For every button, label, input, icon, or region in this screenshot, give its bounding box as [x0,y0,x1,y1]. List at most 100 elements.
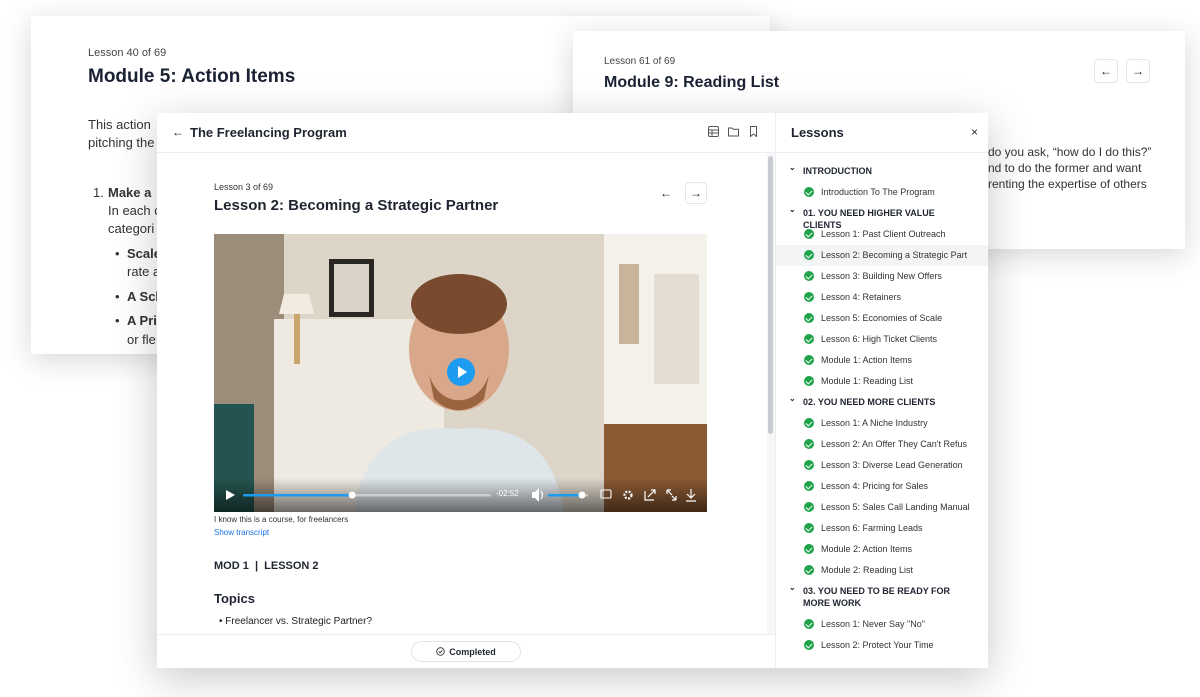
sidebar-lesson-item[interactable]: Introduction To The Program [776,182,988,203]
completed-check-icon [804,355,814,365]
previous-lesson-button[interactable]: ← [655,182,677,204]
chevron-down-icon: ⌄ [789,163,796,172]
body-text: renting the expertise of others [988,177,1147,191]
lesson-footer: Completed [157,634,775,668]
volume-handle[interactable] [578,491,586,499]
next-lesson-button[interactable]: → [1126,59,1150,83]
settings-icon[interactable] [623,490,633,500]
sidebar-lesson-item[interactable]: Lesson 2: Protect Your Time [776,635,988,656]
completed-check-icon [804,544,814,554]
lesson-label: Lesson 3: Building New Offers [821,271,942,281]
content-scrollbar[interactable] [767,154,775,634]
lesson-window: ← The Freelancing Program Lesson 3 of 69… [157,113,988,668]
completed-check-icon [804,250,814,260]
folder-icon[interactable] [728,126,739,137]
sidebar-lesson-item[interactable]: Lesson 4: Pricing for Sales [776,476,988,497]
completed-check-icon [804,502,814,512]
section-header[interactable]: ⌄ INTRODUCTION [776,161,988,182]
back-button[interactable]: ← [172,125,184,139]
completed-check-icon [804,292,814,302]
video-player[interactable]: -02:52 [214,234,707,512]
sidebar-lesson-item[interactable]: Lesson 6: Farming Leads [776,518,988,539]
sidebar-title: Lessons [791,125,844,140]
list-item-text: In each c [108,203,161,218]
arrow-left-icon: ← [660,186,672,200]
completed-check-icon [804,271,814,281]
section-header[interactable]: ⌄ 03. YOU NEED TO BE READY FOR MORE WORK [776,581,988,614]
completed-check-icon [804,640,814,650]
arrow-left-icon: ← [1100,64,1112,78]
sidebar-lesson-item[interactable]: Lesson 2: An Offer They Can't Refus [776,434,988,455]
completed-button[interactable]: Completed [411,641,521,662]
section-header[interactable]: ⌄ 02. YOU NEED MORE CLIENTS [776,392,988,413]
topics-heading: Topics [214,591,255,606]
sidebar-lesson-item[interactable]: Module 1: Reading List [776,371,988,392]
sidebar-lesson-item[interactable]: Lesson 6: High Ticket Clients [776,329,988,350]
table-icon[interactable] [708,126,719,137]
sidebar-lesson-item[interactable]: Lesson 3: Diverse Lead Generation [776,455,988,476]
lesson-label: Module 2: Reading List [821,565,914,575]
chevron-down-icon: ⌄ [789,205,796,214]
intro-line: This action [88,117,151,132]
lesson-meta: Lesson 40 of 69 [88,47,167,59]
sidebar-lesson-item[interactable]: Lesson 1: Never Say "No" [776,614,988,635]
scrollbar-thumb[interactable] [768,156,773,434]
lesson-header: ← The Freelancing Program [157,113,775,153]
completed-check-icon [804,229,814,239]
arrow-left-icon: ← [172,125,184,139]
completed-label: Completed [449,646,496,657]
bullet-text: A Pri [127,313,157,328]
video-caption: I know this is a course, for freelancers [214,515,349,524]
show-transcript-link[interactable]: Show transcript [214,528,269,537]
previous-lesson-button[interactable]: ← [1094,59,1118,83]
lesson-label: Introduction To The Program [821,187,935,197]
sidebar-lesson-item[interactable]: Lesson 1: Past Client Outreach [776,224,988,245]
lesson-label: Lesson 5: Economies of Scale [821,313,943,323]
download-icon[interactable] [686,489,696,502]
sidebar-lesson-item[interactable]: Lesson 3: Building New Offers [776,266,988,287]
lesson-label: Module 1: Action Items [821,355,913,365]
completed-check-icon [804,187,814,197]
close-sidebar-button[interactable]: × [971,125,978,139]
play-icon [458,366,467,378]
captions-icon[interactable] [600,489,612,499]
completed-check-icon [804,481,814,491]
play-icon[interactable] [226,490,235,500]
completed-check-icon [804,418,814,428]
lesson-title: Lesson 2: Becoming a Strategic Partner [214,197,499,214]
section-title: 02. YOU NEED MORE CLIENTS [803,397,936,407]
sidebar-lesson-item[interactable]: Module 2: Reading List [776,560,988,581]
lessons-sidebar: Lessons × ⌄ INTRODUCTION Introduction To T… [775,113,988,668]
lesson-label: Lesson 1: A Niche Industry [821,418,928,428]
next-lesson-button[interactable]: → [685,182,707,204]
bookmark-icon[interactable] [748,126,759,137]
sidebar-lesson-item[interactable]: Lesson 5: Sales Call Landing Manual [776,497,988,518]
sidebar-lesson-item[interactable]: Module 1: Action Items [776,350,988,371]
list-item-heading: Make a [108,185,152,200]
sidebar-lesson-item[interactable]: Lesson 1: A Niche Industry [776,413,988,434]
popout-icon[interactable] [644,489,656,501]
bullet-text: Scale [127,246,161,261]
progress-handle[interactable] [348,491,356,499]
module-label: MOD 1 | LESSON 2 [214,560,319,572]
progress-fill [243,494,353,497]
list-item-text: categori [108,221,155,236]
arrow-right-icon: → [690,186,702,200]
lesson-label: Lesson 2: An Offer They Can't Refus [821,439,967,449]
completed-check-icon [804,460,814,470]
play-overlay-button[interactable] [447,358,475,386]
time-remaining: -02:52 [496,489,519,498]
completed-check-icon [804,376,814,386]
intro-line: pitching the [88,135,155,150]
sidebar-lesson-item[interactable]: Lesson 5: Economies of Scale [776,308,988,329]
volume-icon[interactable] [532,488,539,502]
completed-check-icon [804,619,814,629]
lesson-label: Lesson 4: Retainers [821,292,902,302]
sidebar-lesson-item[interactable]: Lesson 2: Becoming a Strategic Part [776,245,988,266]
lesson-label: Lesson 4: Pricing for Sales [821,481,929,491]
sidebar-lesson-item[interactable]: Lesson 4: Retainers [776,287,988,308]
section-header[interactable]: ⌄ 01. YOU NEED HIGHER VALUE CLIENTS [776,203,988,230]
fullscreen-icon[interactable] [666,489,677,501]
arrow-right-icon: → [1132,64,1144,78]
sidebar-lesson-item[interactable]: Module 2: Action Items [776,539,988,560]
